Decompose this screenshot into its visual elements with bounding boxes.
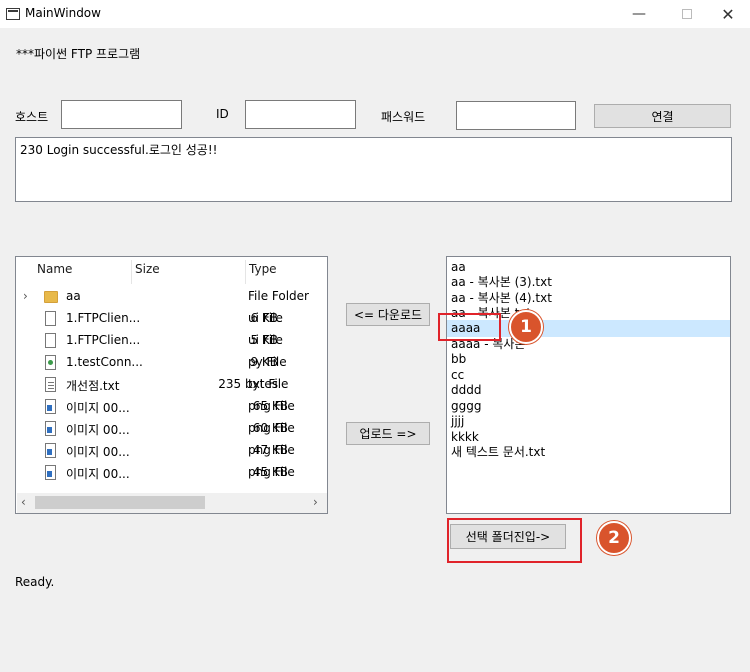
folder-icon <box>44 291 58 303</box>
status-bar-text: Ready. <box>15 575 55 589</box>
maximize-button[interactable] <box>665 0 709 28</box>
list-item[interactable]: bb <box>451 352 466 367</box>
step-badge-2: 2 <box>597 521 631 555</box>
file-name: 개선점.txt <box>66 379 120 393</box>
step-badge-1: 1 <box>509 310 543 344</box>
file-type: png File <box>248 421 295 435</box>
file-type: py File <box>248 355 287 369</box>
list-item[interactable]: aa - 복사본 (3).txt <box>451 275 552 290</box>
scroll-right-arrow-icon[interactable]: › <box>313 495 318 509</box>
column-header-type[interactable]: Type <box>249 262 277 284</box>
file-type: png File <box>248 465 295 479</box>
password-input[interactable] <box>456 101 576 130</box>
list-item[interactable]: 새 텍스트 문서.txt <box>451 445 545 460</box>
app-window-icon <box>6 8 20 20</box>
horizontal-scrollbar[interactable]: ‹ › <box>17 493 327 513</box>
id-input[interactable] <box>245 100 356 129</box>
list-item[interactable]: gggg <box>451 399 481 414</box>
image-file-icon <box>45 399 56 414</box>
file-type: png File <box>248 399 295 413</box>
highlight-box-2 <box>447 518 582 563</box>
maximize-icon <box>682 9 692 19</box>
file-name: 이미지 00... <box>66 423 130 437</box>
expand-arrow-icon[interactable]: › <box>23 289 28 303</box>
file-name: 1.FTPClien... <box>66 333 141 347</box>
file-icon <box>45 311 56 326</box>
connect-button[interactable]: 연결 <box>594 104 731 128</box>
file-type: ui File <box>248 333 283 347</box>
list-item[interactable]: cc <box>451 368 464 383</box>
remote-file-list[interactable]: aa aa - 복사본 (3).txt aa - 복사본 (4).txt aa … <box>446 256 731 514</box>
file-type: ui File <box>248 311 283 325</box>
minimize-button[interactable]: — <box>617 0 661 28</box>
column-header-size[interactable]: Size <box>135 262 160 284</box>
tree-row[interactable]: 1.FTPClien... 6 KB ui File <box>16 308 327 330</box>
tree-row[interactable]: 이미지 00... 45 KB png File <box>16 462 327 484</box>
file-icon <box>45 333 56 348</box>
host-input[interactable] <box>61 100 182 129</box>
scrollbar-thumb[interactable] <box>35 496 205 509</box>
tree-row[interactable]: 이미지 00... 47 KB png File <box>16 440 327 462</box>
list-item[interactable]: aa - 복사본 (4).txt <box>451 291 552 306</box>
title-bar: MainWindow — ✕ <box>0 0 750 28</box>
file-name: 1.testConn... <box>66 355 143 369</box>
text-file-icon <box>45 377 56 392</box>
scroll-left-arrow-icon[interactable]: ‹ <box>21 495 26 509</box>
program-header-label: ***파이썬 FTP 프로그램 <box>16 47 141 61</box>
file-name: 이미지 00... <box>66 401 130 415</box>
list-item[interactable]: kkkk <box>451 430 479 445</box>
tree-row[interactable]: 이미지 00... 60 KB png File <box>16 418 327 440</box>
file-name: 이미지 00... <box>66 467 130 481</box>
file-name: aa <box>66 289 81 303</box>
highlight-box-1 <box>438 313 501 341</box>
file-name: 이미지 00... <box>66 445 130 459</box>
column-separator <box>131 260 132 284</box>
file-name: 1.FTPClien... <box>66 311 141 325</box>
column-header-name[interactable]: Name <box>37 262 72 284</box>
file-type: File Folder <box>248 289 309 303</box>
tree-row[interactable]: 개선점.txt 235 bytes txt File <box>16 374 327 396</box>
file-type: png File <box>248 443 295 457</box>
file-type: txt File <box>248 377 289 391</box>
upload-button[interactable]: 업로드 => <box>346 422 430 445</box>
image-file-icon <box>45 465 56 480</box>
list-item[interactable]: jjjj <box>451 414 464 429</box>
id-label: ID <box>216 107 229 121</box>
list-item[interactable]: aa <box>451 260 466 275</box>
local-file-tree[interactable]: Name Size Type › aa File Folder 1.FTPCli… <box>15 256 328 514</box>
image-file-icon <box>45 443 56 458</box>
tree-row[interactable]: 1.testConn... 9 KB py File <box>16 352 327 374</box>
column-separator <box>245 260 246 284</box>
image-file-icon <box>45 421 56 436</box>
password-label: 패스워드 <box>381 110 426 124</box>
tree-row[interactable]: › aa File Folder <box>16 286 327 308</box>
host-label: 호스트 <box>15 110 49 124</box>
window-title: MainWindow <box>25 6 101 20</box>
download-button[interactable]: <= 다운로드 <box>346 303 430 326</box>
tree-row[interactable]: 이미지 00... 65 KB png File <box>16 396 327 418</box>
python-file-icon <box>45 355 56 370</box>
close-button[interactable]: ✕ <box>706 0 750 28</box>
list-item[interactable]: dddd <box>451 383 481 398</box>
log-output[interactable]: 230 Login successful.로그인 성공!! <box>15 137 732 202</box>
tree-row[interactable]: 1.FTPClien... 5 KB ui File <box>16 330 327 352</box>
